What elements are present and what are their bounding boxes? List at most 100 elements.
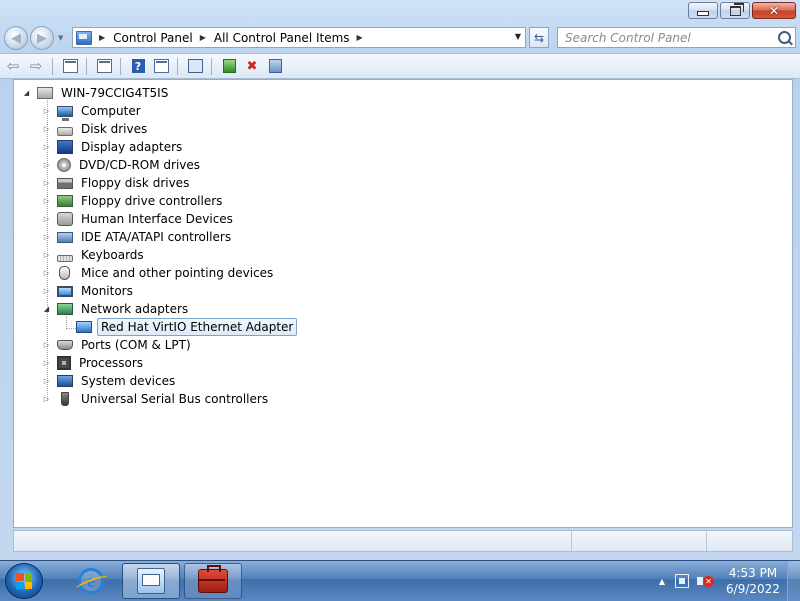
- collapse-icon[interactable]: ◢: [42, 305, 51, 314]
- properties-button[interactable]: [94, 57, 114, 75]
- expand-icon[interactable]: ▷: [42, 179, 51, 188]
- search-box[interactable]: [557, 27, 796, 48]
- tree-item-processors[interactable]: ▷ Processors: [42, 354, 146, 372]
- back-button[interactable]: ◀: [4, 26, 28, 50]
- expand-icon[interactable]: ▷: [42, 377, 51, 386]
- tree-item-computer[interactable]: ▷ Computer: [42, 102, 144, 121]
- show-hide-console-tree-button[interactable]: [60, 57, 80, 75]
- navigation-row: ◀ ▶ ▼ ▶ Control Panel ▶ All Control Pane…: [0, 24, 800, 52]
- toolbar-forward-button[interactable]: ⇨: [26, 57, 46, 75]
- expand-icon[interactable]: ▷: [42, 215, 51, 224]
- clock[interactable]: 4:53 PM 6/9/2022: [723, 565, 783, 597]
- search-input[interactable]: [565, 30, 765, 45]
- tree-item-floppy-disk-drives[interactable]: ▷ Floppy disk drives: [42, 174, 192, 192]
- system-tray: ▲ ✕ 4:53 PM 6/9/2022: [659, 561, 800, 601]
- update-driver-button[interactable]: [219, 57, 239, 75]
- expand-icon[interactable]: ▷: [42, 341, 51, 350]
- expand-icon[interactable]: ▷: [42, 233, 51, 242]
- address-dropdown-icon[interactable]: ▼: [515, 32, 521, 41]
- expand-icon[interactable]: ▷: [42, 395, 51, 404]
- toolbar-back-button[interactable]: ⇦: [3, 57, 23, 75]
- tree-item-mice[interactable]: ▷ Mice and other pointing devices: [42, 264, 276, 282]
- minimize-icon: [697, 11, 709, 16]
- back-arrow-icon: ⇦: [6, 56, 20, 75]
- toolbar-separator: [120, 57, 121, 75]
- show-hide-console-tree-icon: [62, 59, 78, 73]
- network-card-icon: [76, 321, 92, 333]
- expand-icon[interactable]: ▷: [42, 143, 51, 152]
- taskbar-internet-explorer[interactable]: e: [62, 563, 120, 599]
- toolbar-separator: [211, 57, 212, 75]
- volume-muted-icon[interactable]: ✕: [697, 574, 714, 588]
- tree-item-label: Floppy drive controllers: [81, 194, 223, 208]
- tree-item-virtio-adapter[interactable]: Red Hat VirtIO Ethernet Adapter: [76, 318, 298, 336]
- forward-button[interactable]: ▶: [30, 26, 54, 50]
- keyboard-icon: [57, 254, 73, 262]
- action-pane-button[interactable]: [151, 57, 171, 75]
- tree-item-network-adapters[interactable]: ◢ Network adapters: [42, 300, 191, 318]
- tree-item-ports[interactable]: ▷ Ports (COM & LPT): [42, 336, 194, 354]
- breadcrumb-separator-icon[interactable]: ▶: [357, 33, 363, 42]
- restore-button[interactable]: [720, 2, 750, 19]
- tree-item-usb-controllers[interactable]: ▷ Universal Serial Bus controllers: [42, 390, 271, 408]
- tree-item-ide-controllers[interactable]: ▷ IDE ATA/ATAPI controllers: [42, 228, 234, 246]
- expand-icon[interactable]: ▷: [42, 107, 51, 116]
- tree-item-label: Floppy disk drives: [81, 176, 190, 190]
- network-status-icon[interactable]: [675, 574, 689, 588]
- scan-hardware-button[interactable]: [185, 57, 205, 75]
- tree-item-label: Display adapters: [81, 140, 183, 154]
- forward-arrow-icon: ⇨: [29, 56, 43, 75]
- taskbar-control-panel[interactable]: [122, 563, 180, 599]
- refresh-button[interactable]: ⇆: [529, 27, 549, 48]
- show-hidden-icons-icon[interactable]: ▲: [659, 577, 665, 586]
- disable-device-button[interactable]: [265, 57, 285, 75]
- tree-item-hid[interactable]: ▷ Human Interface Devices: [42, 210, 236, 228]
- device-manager-toolbox-icon: [198, 565, 228, 593]
- expand-icon[interactable]: ▷: [42, 287, 51, 296]
- processor-icon: [57, 356, 71, 370]
- help-button[interactable]: ?: [128, 57, 148, 75]
- expand-icon[interactable]: ▷: [42, 197, 51, 206]
- breadcrumb-all-items[interactable]: All Control Panel Items: [214, 31, 350, 45]
- tree-root[interactable]: ◢ WIN-79CCIG4T5IS: [22, 84, 171, 102]
- status-bar: [13, 530, 793, 552]
- taskbar-device-manager[interactable]: [184, 563, 242, 599]
- status-pane-main: [14, 531, 572, 551]
- tree-item-label: Monitors: [81, 284, 133, 298]
- search-icon[interactable]: [778, 31, 791, 44]
- port-icon: [57, 340, 73, 350]
- tree-item-monitors[interactable]: ▷ Monitors: [42, 282, 136, 300]
- disk-drive-icon: [57, 126, 73, 136]
- breadcrumb-control-panel[interactable]: Control Panel: [113, 31, 193, 45]
- toolbar: ⇦ ⇨ ? ✖: [0, 53, 800, 79]
- tree-connector: [66, 328, 76, 329]
- recent-pages-dropdown[interactable]: ▼: [58, 34, 63, 42]
- expand-icon[interactable]: ▷: [42, 359, 51, 368]
- expand-icon[interactable]: ▷: [42, 269, 51, 278]
- uninstall-button[interactable]: ✖: [242, 57, 262, 75]
- breadcrumb-separator-icon[interactable]: ▶: [99, 33, 105, 42]
- tree-item-floppy-controllers[interactable]: ▷ Floppy drive controllers: [42, 192, 225, 210]
- start-button[interactable]: [5, 563, 43, 599]
- minimize-button[interactable]: [688, 2, 718, 19]
- expand-icon[interactable]: ▷: [42, 125, 51, 134]
- tree-item-keyboards[interactable]: ▷ Keyboards: [42, 246, 147, 264]
- expand-icon[interactable]: ▷: [42, 251, 51, 260]
- clock-time: 4:53 PM: [728, 566, 778, 580]
- tree-item-display-adapters[interactable]: ▷ Display adapters: [42, 138, 185, 156]
- dvd-drive-icon: [57, 158, 71, 172]
- collapse-icon[interactable]: ◢: [22, 89, 31, 98]
- show-desktop-button[interactable]: [787, 561, 800, 601]
- restore-icon: [729, 2, 744, 16]
- hid-icon: [57, 212, 73, 226]
- close-button[interactable]: ✕: [752, 2, 796, 19]
- tree-item-dvd-drives[interactable]: ▷ DVD/CD-ROM drives: [42, 156, 203, 174]
- address-bar[interactable]: ▶ Control Panel ▶ All Control Panel Item…: [72, 27, 526, 48]
- tree-item-label: DVD/CD-ROM drives: [79, 158, 201, 172]
- breadcrumb-separator-icon[interactable]: ▶: [200, 33, 206, 42]
- action-pane-icon: [153, 59, 169, 73]
- tree-item-system-devices[interactable]: ▷ System devices: [42, 372, 178, 390]
- computer-root-icon: [37, 87, 53, 99]
- expand-icon[interactable]: ▷: [42, 161, 51, 170]
- tree-item-disk-drives[interactable]: ▷ Disk drives: [42, 120, 150, 138]
